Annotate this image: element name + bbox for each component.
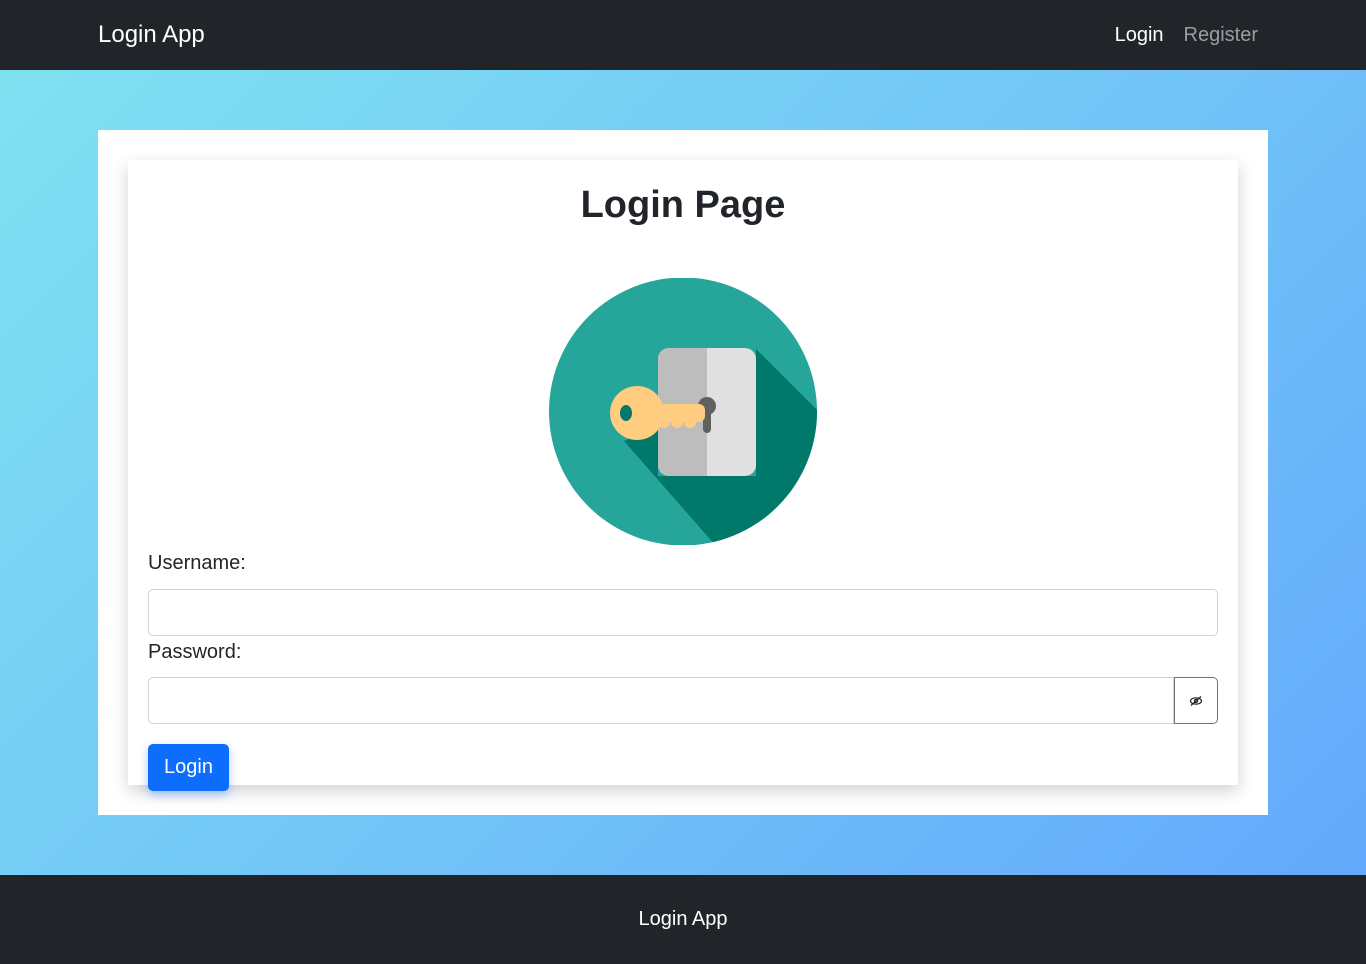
key-lock-icon [549, 278, 817, 545]
login-card: Login Page Username: Password: Login [128, 160, 1238, 791]
password-input[interactable] [148, 677, 1174, 724]
toggle-password-visibility-button[interactable] [1174, 677, 1218, 724]
eye-slash-icon [1189, 695, 1203, 706]
top-navbar: Login App Login Register [0, 0, 1366, 70]
logo-container [148, 278, 1218, 545]
footer: Login App [0, 875, 1366, 964]
password-label: Password: [148, 641, 242, 663]
nav-links: Login Register [1115, 24, 1258, 47]
login-submit-button[interactable]: Login [148, 744, 229, 791]
username-input[interactable] [148, 589, 1218, 636]
page-title: Login Page [580, 184, 786, 226]
nav-link-login[interactable]: Login [1115, 24, 1164, 47]
password-group [148, 677, 1218, 724]
footer-text: Login App [638, 908, 728, 930]
nav-link-register[interactable]: Register [1184, 24, 1258, 47]
outer-card: Login Page Username: Password: Login [98, 130, 1268, 815]
navbar-brand[interactable]: Login App [98, 21, 205, 49]
username-label: Username: [148, 552, 246, 574]
